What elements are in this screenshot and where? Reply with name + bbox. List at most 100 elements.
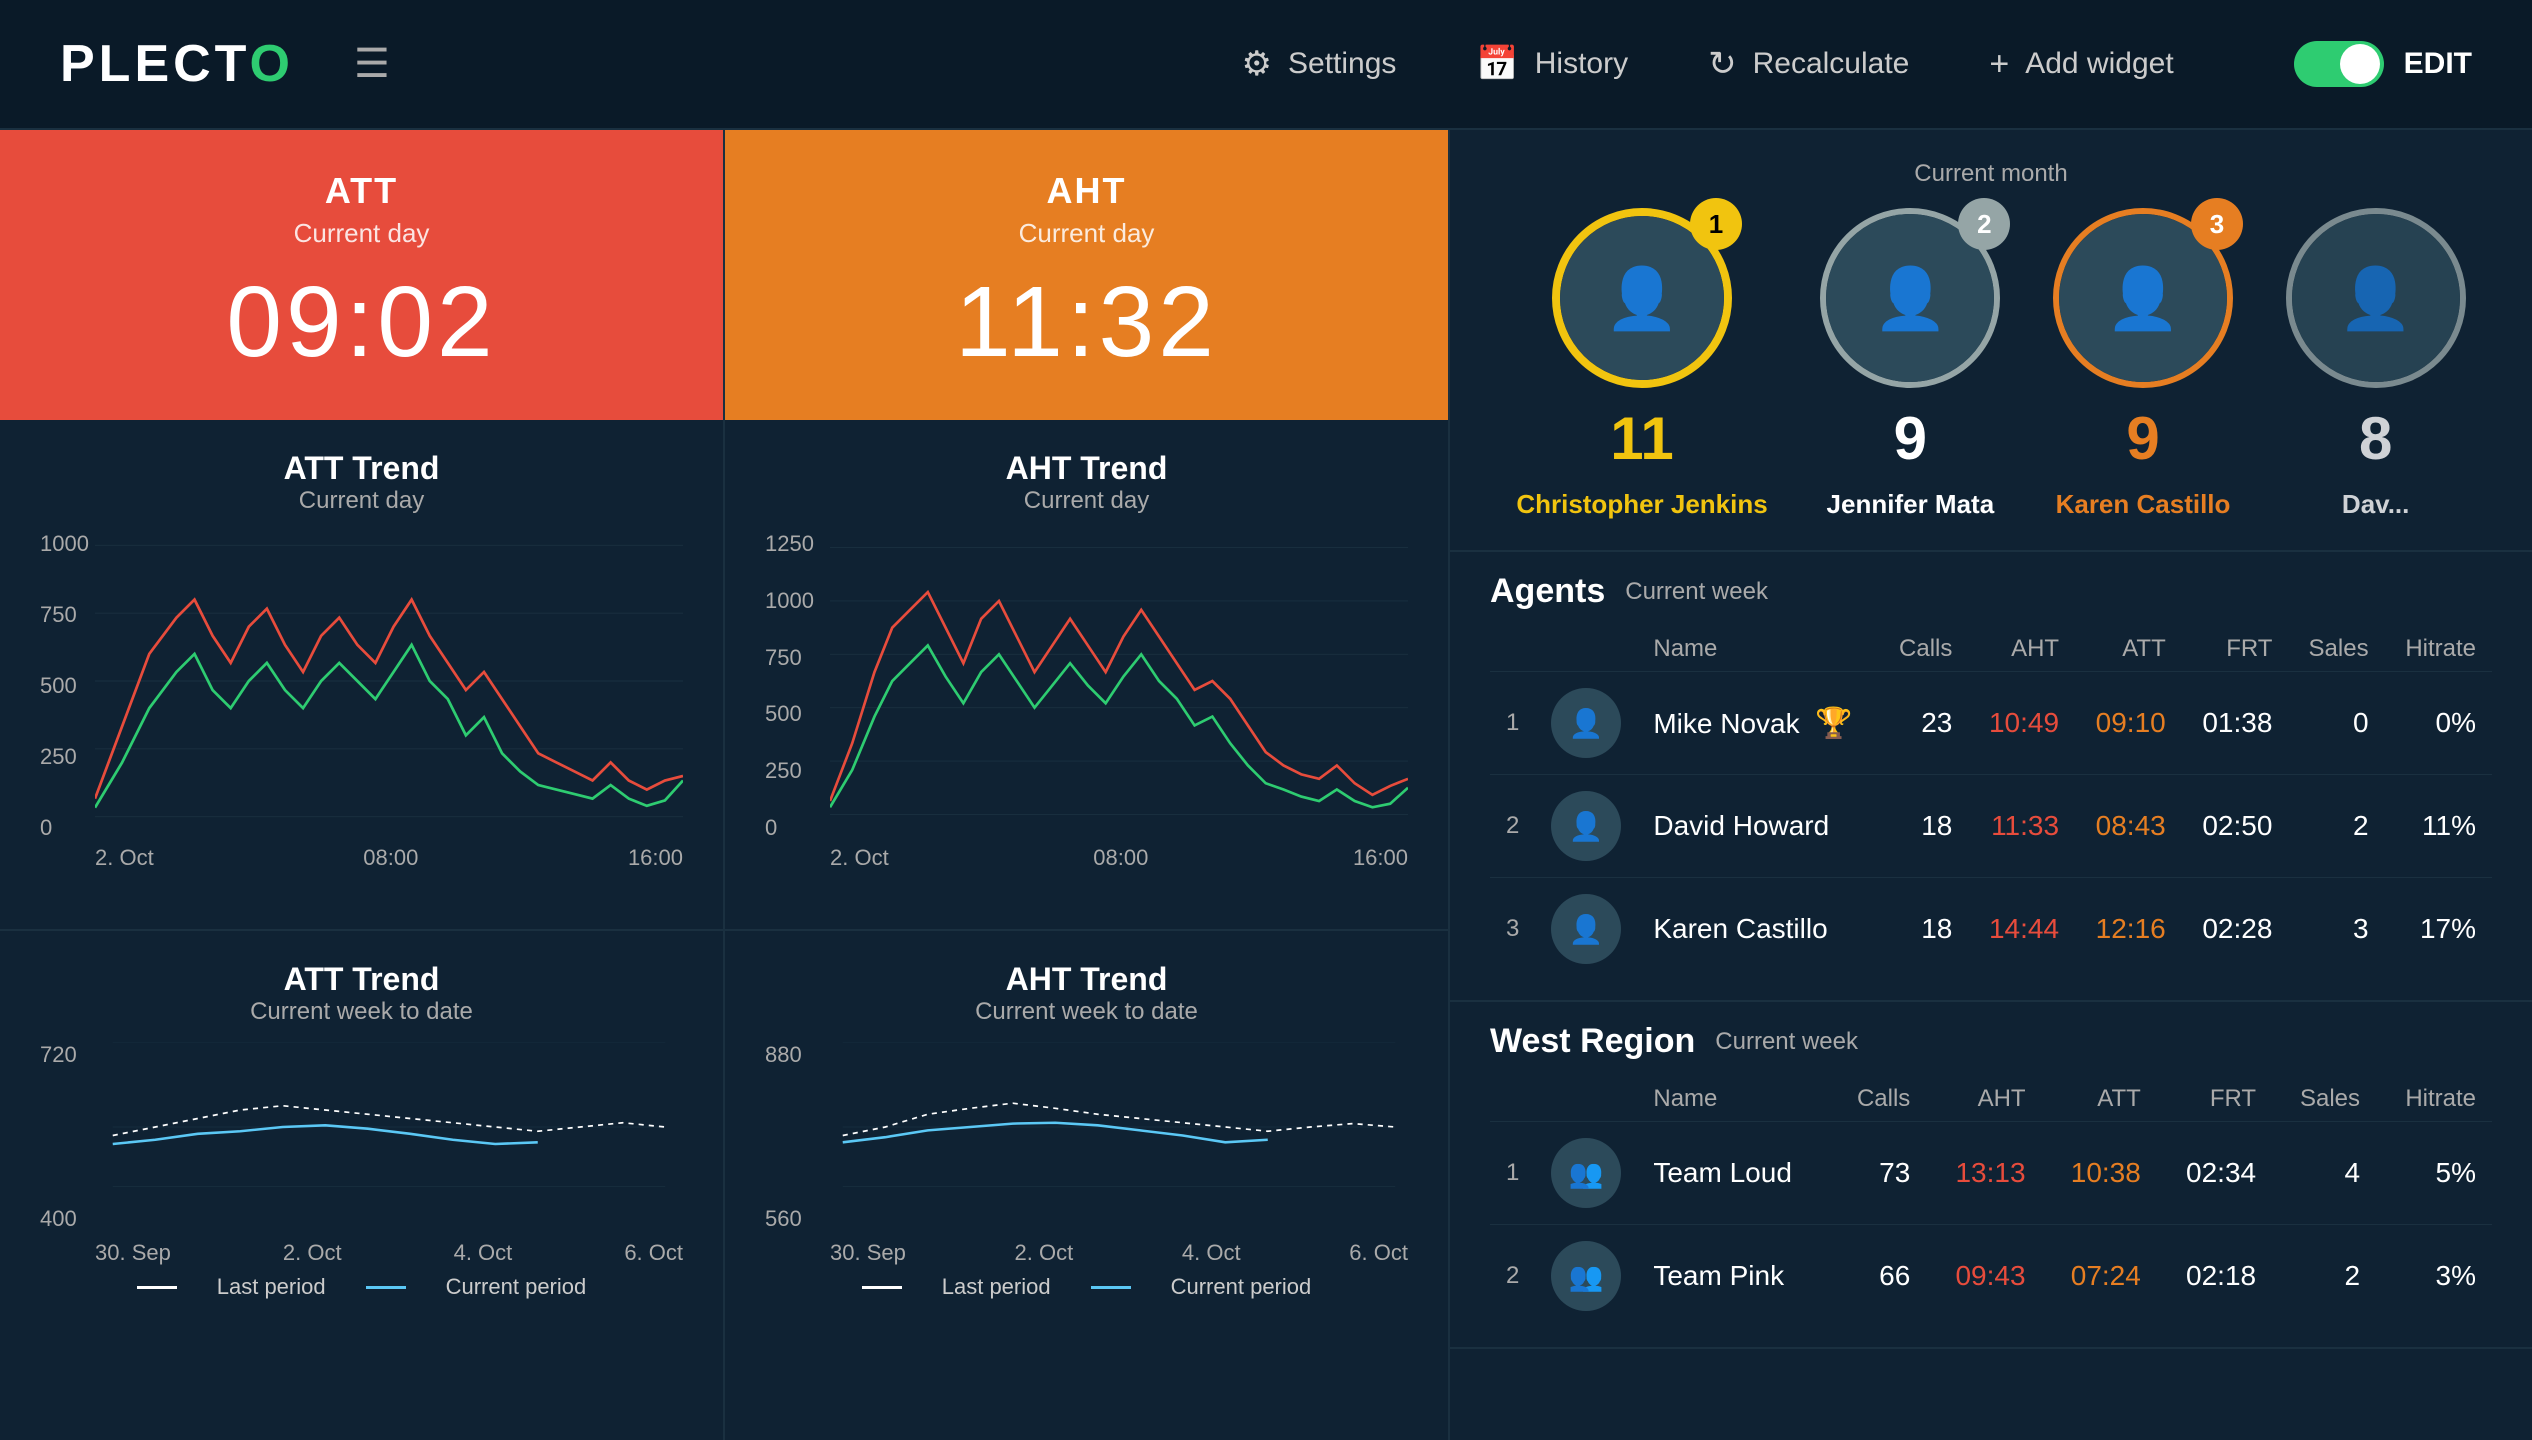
aht-cell: 10:49 bbox=[1968, 672, 2075, 775]
rank-cell: 1 bbox=[1490, 672, 1535, 775]
col-hitrate: Hitrate bbox=[2385, 627, 2492, 672]
leader-4-avatar-container: 👤 bbox=[2286, 208, 2466, 388]
sales-cell: 3 bbox=[2288, 878, 2384, 981]
hitrate-cell: 11% bbox=[2385, 775, 2492, 878]
agent-avatar: 👤 bbox=[1551, 791, 1621, 861]
edit-toggle[interactable] bbox=[2294, 41, 2384, 87]
agents-title: Agents bbox=[1490, 572, 1605, 611]
frt-cell: 02:28 bbox=[2182, 878, 2289, 981]
west-col-calls: Calls bbox=[1830, 1077, 1926, 1122]
avatar-cell: 👤 bbox=[1535, 878, 1637, 981]
calls-cell: 23 bbox=[1879, 672, 1968, 775]
aht-trend-title: AHT Trend bbox=[765, 450, 1408, 487]
att-x-labels: 2. Oct 08:00 16:00 bbox=[95, 845, 683, 871]
leader-2-rank-badge: 2 bbox=[1958, 198, 2010, 250]
att-cell: 08:43 bbox=[2075, 775, 2182, 878]
west-hitrate-cell: 5% bbox=[2376, 1122, 2492, 1225]
team-avatar: 👥 bbox=[1551, 1138, 1621, 1208]
last-period-label: Last period bbox=[217, 1274, 326, 1300]
west-table-header-row: Name Calls AHT ATT FRT Sales Hitrate bbox=[1490, 1077, 2492, 1122]
west-table-row: 1 👥 Team Loud 73 13:13 10:38 02:34 4 5% bbox=[1490, 1122, 2492, 1225]
calls-cell: 18 bbox=[1879, 878, 1968, 981]
add-widget-nav-item[interactable]: + Add widget bbox=[1989, 45, 2173, 84]
west-col-avatar bbox=[1535, 1077, 1637, 1122]
leaderboard-section: Current month 👤 1 11 Christopher Jenkins bbox=[1450, 130, 2532, 552]
agents-table-row: 3 👤 Karen Castillo 18 14:44 12:16 02:28 … bbox=[1490, 878, 2492, 981]
leader-2-score: 9 bbox=[1894, 404, 1927, 473]
west-sales-cell: 4 bbox=[2272, 1122, 2376, 1225]
att-trend-chart: 1000 750 500 250 0 bbox=[40, 531, 683, 871]
add-widget-label: Add widget bbox=[2025, 47, 2173, 81]
att-week-subtitle: Current week to date bbox=[40, 998, 683, 1026]
west-frt-cell: 02:34 bbox=[2157, 1122, 2272, 1225]
avatar-cell: 👤 bbox=[1535, 672, 1637, 775]
hamburger-menu[interactable]: ☰ bbox=[354, 41, 390, 87]
west-hitrate-cell: 3% bbox=[2376, 1225, 2492, 1328]
leader-2: 👤 2 9 Jennifer Mata bbox=[1820, 208, 2000, 520]
rank-cell: 2 bbox=[1490, 775, 1535, 878]
recalculate-nav-item[interactable]: ↻ Recalculate bbox=[1708, 44, 1909, 84]
agent-avatar: 👤 bbox=[1551, 688, 1621, 758]
calls-cell: 18 bbox=[1879, 775, 1968, 878]
aht-trend-subtitle: Current day bbox=[765, 487, 1408, 515]
att-trend-day-section: ATT Trend Current day 1000 750 500 250 0 bbox=[0, 420, 723, 931]
leaderboard-period: Current month bbox=[1490, 160, 2492, 188]
west-frt-cell: 02:18 bbox=[2157, 1225, 2272, 1328]
name-cell: David Howard bbox=[1637, 775, 1879, 878]
settings-nav-item[interactable]: ⚙ Settings bbox=[1242, 44, 1397, 84]
aht-value: 11:32 bbox=[765, 265, 1408, 380]
att-cell: 09:10 bbox=[2075, 672, 2182, 775]
nav-items: ⚙ Settings 📅 History ↻ Recalculate + Add… bbox=[1242, 41, 2472, 87]
settings-label: Settings bbox=[1288, 47, 1396, 81]
avatar-cell: 👤 bbox=[1535, 775, 1637, 878]
edit-toggle-container: EDIT bbox=[2294, 41, 2472, 87]
trophy-icon: 🏆 bbox=[1815, 707, 1852, 740]
agents-table-row: 1 👤 Mike Novak 🏆 23 10:49 09:10 01:38 0 … bbox=[1490, 672, 2492, 775]
leader-3-avatar-container: 👤 3 bbox=[2053, 208, 2233, 388]
att-week-chart: 720 400 30. Sep bbox=[40, 1042, 683, 1262]
left-panels: ATT Current day 09:02 ATT Trend Current … bbox=[0, 130, 1450, 1440]
aht-y-labels: 1250 1000 750 500 250 0 bbox=[765, 531, 830, 841]
west-aht-cell: 09:43 bbox=[1926, 1225, 2041, 1328]
att-title: ATT bbox=[40, 170, 683, 212]
west-region-table-section: West Region Current week Name Calls AHT … bbox=[1450, 1002, 2532, 1349]
west-col-sales: Sales bbox=[2272, 1077, 2376, 1122]
history-nav-item[interactable]: 📅 History bbox=[1476, 44, 1628, 84]
att-week-y-labels: 720 400 bbox=[40, 1042, 95, 1232]
agents-header: Agents Current week bbox=[1490, 572, 2492, 611]
aht-last-period-label: Last period bbox=[942, 1274, 1051, 1300]
leader-2-name: Jennifer Mata bbox=[1827, 489, 1995, 520]
aht-column: AHT Current day 11:32 AHT Trend Current … bbox=[725, 130, 1450, 1440]
att-y-labels: 1000 750 500 250 0 bbox=[40, 531, 95, 841]
aht-trend-legend: Last period Current period bbox=[765, 1274, 1408, 1300]
col-calls: Calls bbox=[1879, 627, 1968, 672]
att-trend-title: ATT Trend bbox=[40, 450, 683, 487]
leader-3-rank-badge: 3 bbox=[2191, 198, 2243, 250]
aht-cell: 11:33 bbox=[1968, 775, 2075, 878]
agent-avatar: 👤 bbox=[1551, 894, 1621, 964]
leader-4-score: 8 bbox=[2359, 404, 2392, 473]
current-period-icon bbox=[366, 1286, 406, 1289]
aht-x-labels: 2. Oct 08:00 16:00 bbox=[830, 845, 1408, 871]
col-frt: FRT bbox=[2182, 627, 2289, 672]
west-name-cell: Team Pink bbox=[1637, 1225, 1830, 1328]
att-metric-card: ATT Current day 09:02 bbox=[0, 130, 723, 420]
att-value: 09:02 bbox=[40, 265, 683, 380]
calendar-icon: 📅 bbox=[1476, 44, 1518, 84]
leader-1-rank-badge: 1 bbox=[1690, 198, 1742, 250]
att-cell: 12:16 bbox=[2075, 878, 2182, 981]
aht-week-trend-section: AHT Trend Current week to date 880 560 bbox=[725, 931, 1448, 1440]
aht-week-subtitle: Current week to date bbox=[765, 998, 1408, 1026]
col-att: ATT bbox=[2075, 627, 2182, 672]
west-calls-cell: 66 bbox=[1830, 1225, 1926, 1328]
aht-last-period-icon bbox=[862, 1286, 902, 1289]
col-aht: AHT bbox=[1968, 627, 2075, 672]
leader-3-name: Karen Castillo bbox=[2056, 489, 2231, 520]
right-panel: Current month 👤 1 1 1 Christopher Jenkins bbox=[1450, 130, 2532, 1440]
leader-1-name: Christopher Jenkins bbox=[1516, 489, 1767, 520]
refresh-icon: ↻ bbox=[1708, 44, 1737, 84]
leader-4: 👤 8 Dav... bbox=[2286, 208, 2466, 520]
leader-1-avatar-container: 👤 1 bbox=[1552, 208, 1732, 388]
aht-trend-chart: 1250 1000 750 500 250 0 bbox=[765, 531, 1408, 871]
aht-metric-card: AHT Current day 11:32 bbox=[725, 130, 1448, 420]
